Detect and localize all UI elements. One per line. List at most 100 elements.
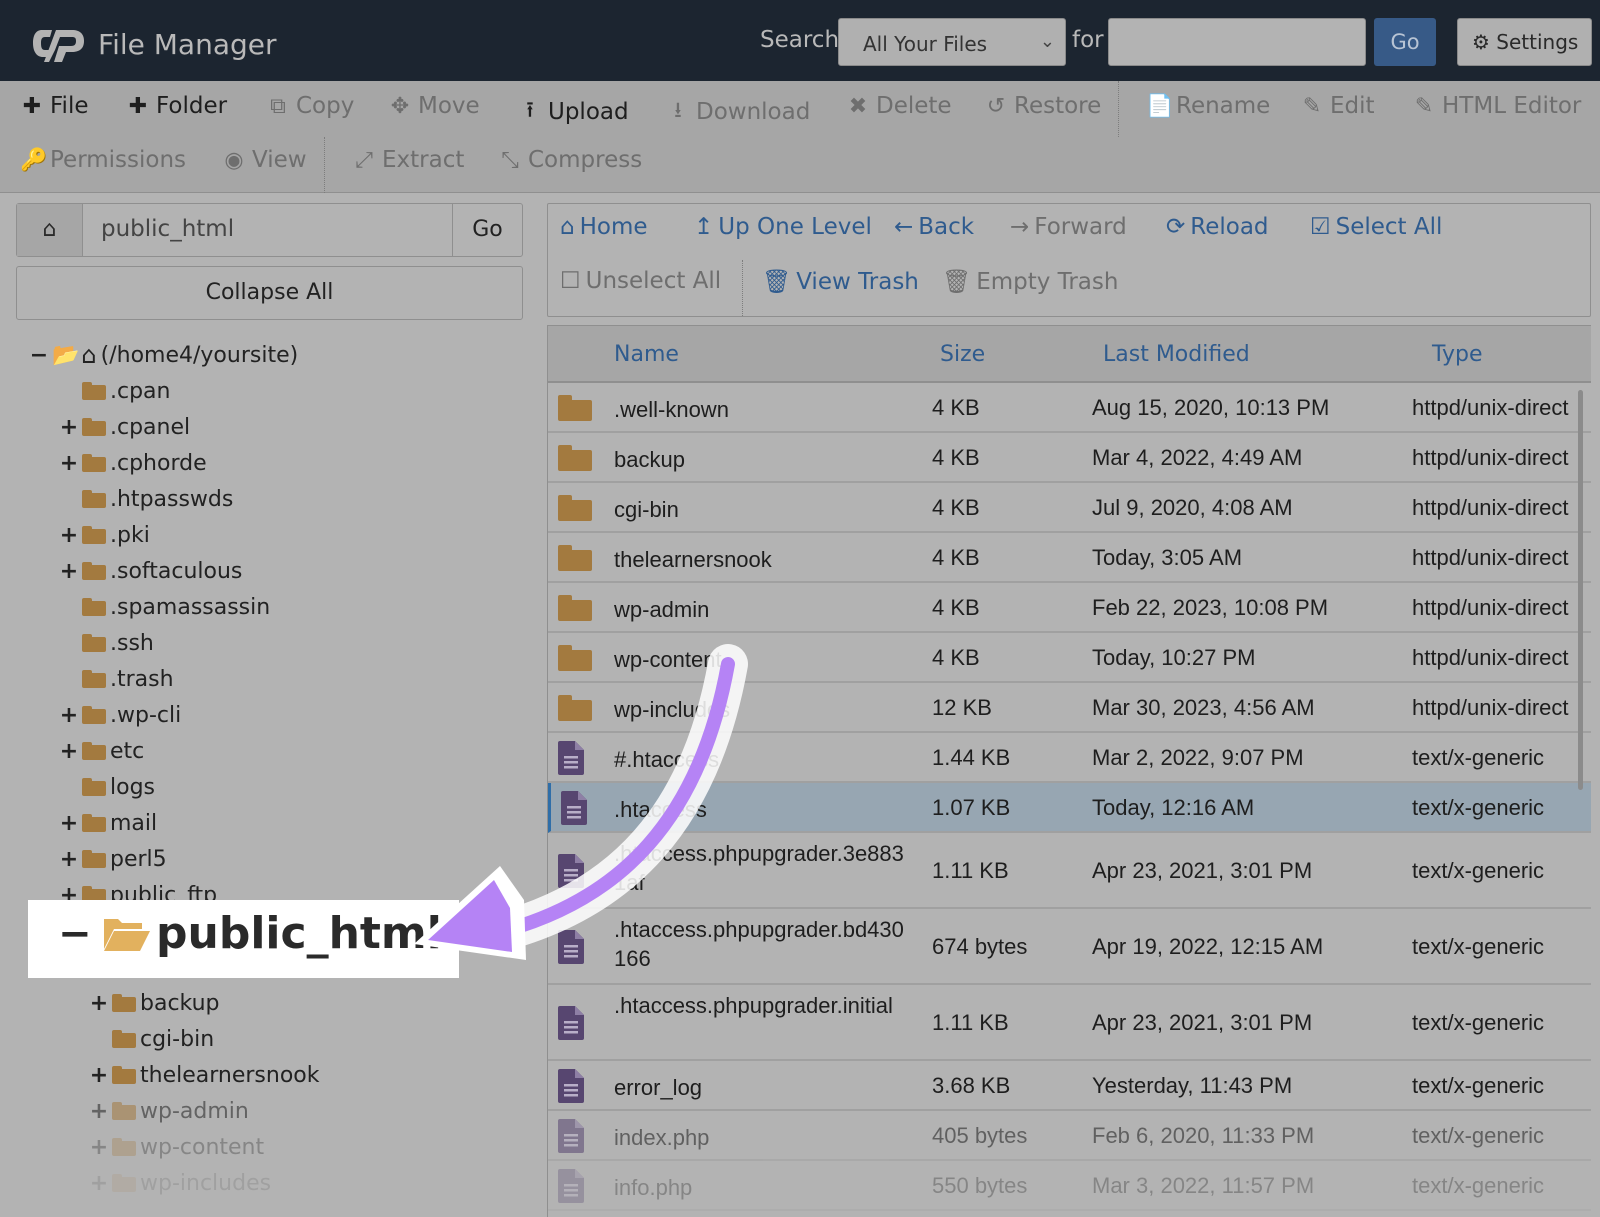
copy-button[interactable]: ⧉ Copy (266, 93, 354, 119)
tree-child-item[interactable]: + backup (88, 986, 220, 1020)
compress-button[interactable]: ⤡ Compress (498, 147, 642, 173)
tree-item[interactable]: .spamassassin (58, 590, 270, 624)
column-header-last-modified[interactable]: Last Modified (1103, 342, 1250, 367)
expand-toggle-icon[interactable]: + (88, 1171, 110, 1196)
table-scrollbar[interactable] (1578, 390, 1583, 790)
table-row[interactable]: #.htaccess 1.44 KB Mar 2, 2022, 9:07 PM tex… (548, 733, 1591, 783)
move-icon: ✥ (390, 93, 410, 119)
table-row[interactable]: .htaccess.phpupgrader.initial 1.11 KB Apr … (548, 985, 1591, 1061)
table-row[interactable]: .htaccess 1.07 KB Today, 12:16 AM text/x-ge… (548, 783, 1591, 833)
column-header-name[interactable]: Name (614, 342, 679, 367)
expand-toggle-icon[interactable]: + (88, 1135, 110, 1160)
table-row[interactable]: index.php 405 bytes Feb 6, 2020, 11:33 PM t… (548, 1111, 1591, 1161)
table-row[interactable]: info.php 550 bytes Mar 3, 2022, 11:57 PM te… (548, 1161, 1591, 1211)
tree-item[interactable]: logs (58, 770, 155, 804)
search-scope-select[interactable]: All Your Files ⌄ (838, 18, 1066, 66)
tree-item[interactable]: + mail (58, 806, 157, 840)
new-file-button[interactable]: ✚ File (20, 93, 89, 119)
tree-child-item[interactable]: + thelearnersnook (88, 1058, 320, 1092)
tree-item[interactable]: + .cpanel (58, 410, 190, 444)
delete-button[interactable]: ✖ Delete (846, 93, 952, 119)
tree-item-label: cgi-bin (140, 1026, 215, 1052)
expand-toggle-icon[interactable]: + (58, 523, 80, 548)
path-go-button[interactable]: Go (452, 204, 522, 256)
tree-child-item[interactable]: + wp-includes (88, 1166, 271, 1200)
rename-button[interactable]: 📄 Rename (1146, 93, 1270, 119)
view-button[interactable]: ◉ View (222, 147, 306, 173)
select-all-button[interactable]: ☑ Select All (1310, 214, 1442, 240)
collapse-toggle-icon[interactable]: − (28, 343, 50, 368)
tree-item-label: logs (110, 774, 155, 800)
search-go-button[interactable]: Go (1374, 18, 1436, 66)
expand-toggle-icon[interactable]: + (58, 703, 80, 728)
home-icon[interactable]: ⌂ (17, 204, 83, 256)
tree-item[interactable]: .ssh (58, 626, 154, 660)
expand-toggle-icon[interactable]: + (58, 415, 80, 440)
search-input[interactable] (1108, 18, 1366, 66)
tree-child-item[interactable]: cgi-bin (88, 1022, 214, 1056)
table-row[interactable]: backup 4 KB Mar 4, 2022, 4:49 AM httpd/unix… (548, 433, 1591, 483)
permissions-button[interactable]: 🔑 Permissions (20, 147, 186, 173)
new-folder-button[interactable]: ✚ Folder (126, 93, 227, 119)
edit-button[interactable]: ✎ Edit (1300, 93, 1375, 119)
table-row[interactable]: thelearnersnook 4 KB Today, 3:05 AM httpd/u… (548, 533, 1591, 583)
table-row[interactable]: .htaccess.phpupgrader.bd430166 674 bytes A… (548, 909, 1591, 985)
table-row[interactable]: wp-admin 4 KB Feb 22, 2023, 10:08 PM httpd/… (548, 583, 1591, 633)
settings-button[interactable]: ⚙ Settings (1457, 18, 1592, 66)
tree-item[interactable]: + etc (58, 734, 144, 768)
table-row[interactable]: wp-includes 12 KB Mar 30, 2023, 4:56 AM htt… (548, 683, 1591, 733)
table-row[interactable]: cgi-bin 4 KB Jul 9, 2020, 4:08 AM httpd/uni… (548, 483, 1591, 533)
view-trash-button[interactable]: 🗑 View Trash (762, 268, 919, 296)
empty-trash-label: Empty Trash (976, 268, 1119, 295)
tree-item[interactable]: .htpasswds (58, 482, 233, 516)
folder-icon (82, 706, 106, 724)
nav-home-button[interactable]: ⌂ Home (560, 214, 648, 240)
move-button[interactable]: ✥ Move (388, 93, 480, 119)
unselect-all-button[interactable]: ☐ Unselect All (560, 268, 721, 294)
collapse-all-button[interactable]: Collapse All (16, 266, 523, 320)
tree-child-item[interactable]: + wp-content (88, 1130, 264, 1164)
expand-toggle-icon[interactable]: + (58, 847, 80, 872)
table-row[interactable]: error_log 3.68 KB Yesterday, 11:43 PM text/… (548, 1061, 1591, 1111)
table-row[interactable]: wp-content 4 KB Today, 10:27 PM httpd/unix-… (548, 633, 1591, 683)
back-button[interactable]: ← Back (894, 214, 974, 240)
tree-child-item[interactable]: + wp-admin (88, 1094, 249, 1128)
empty-trash-button[interactable]: 🗑 Empty Trash (942, 268, 1119, 296)
tree-item-public-html[interactable]: − public_html (58, 908, 442, 959)
edit-label: Edit (1330, 93, 1375, 119)
expand-toggle-icon[interactable]: + (58, 811, 80, 836)
file-icon (561, 791, 587, 825)
download-button[interactable]: ⭳ Download (666, 93, 810, 131)
column-header-type[interactable]: Type (1432, 342, 1483, 367)
tree-item[interactable]: + .cphorde (58, 446, 207, 480)
tree-item[interactable]: .cpan (58, 374, 170, 408)
forward-button[interactable]: → Forward (1010, 214, 1127, 240)
tree-item[interactable]: .trash (58, 662, 174, 696)
tree-item[interactable]: + .softaculous (58, 554, 243, 588)
expand-toggle-icon[interactable]: + (58, 559, 80, 584)
tree-root[interactable]: − 📂 ⌂ (/home4/yoursite) (28, 338, 298, 372)
expand-toggle-icon[interactable]: + (58, 451, 80, 476)
tree-item-label: perl5 (110, 846, 167, 872)
collapse-toggle-icon[interactable]: − (58, 911, 98, 957)
expand-toggle-icon[interactable]: + (88, 1099, 110, 1124)
extract-button[interactable]: ⤢ Extract (352, 147, 464, 173)
tree-item[interactable]: + perl5 (58, 842, 167, 876)
tree-item-label: .cpan (110, 378, 171, 404)
column-header-size[interactable]: Size (940, 342, 985, 367)
reload-button[interactable]: ⟳ Reload (1166, 214, 1269, 240)
path-input[interactable]: public_html (101, 216, 234, 242)
tree-item[interactable]: + .pki (58, 518, 150, 552)
folder-icon (558, 445, 592, 471)
table-row[interactable]: .well-known 4 KB Aug 15, 2020, 10:13 PM htt… (548, 383, 1591, 433)
expand-toggle-icon[interactable]: + (88, 991, 110, 1016)
restore-button[interactable]: ↺ Restore (984, 93, 1102, 119)
upload-button[interactable]: ⭱ Upload (518, 93, 628, 131)
expand-toggle-icon[interactable]: + (58, 739, 80, 764)
up-one-level-button[interactable]: ↥ Up One Level (694, 214, 872, 240)
table-row[interactable]: .htaccess.phpupgrader.3e8831af 1.11 KB Apr… (548, 833, 1591, 909)
tree-item[interactable]: + .wp-cli (58, 698, 181, 732)
cell-size: 4 KB (932, 545, 980, 570)
html-editor-button[interactable]: ✎ HTML Editor (1412, 93, 1582, 119)
expand-toggle-icon[interactable]: + (88, 1063, 110, 1088)
